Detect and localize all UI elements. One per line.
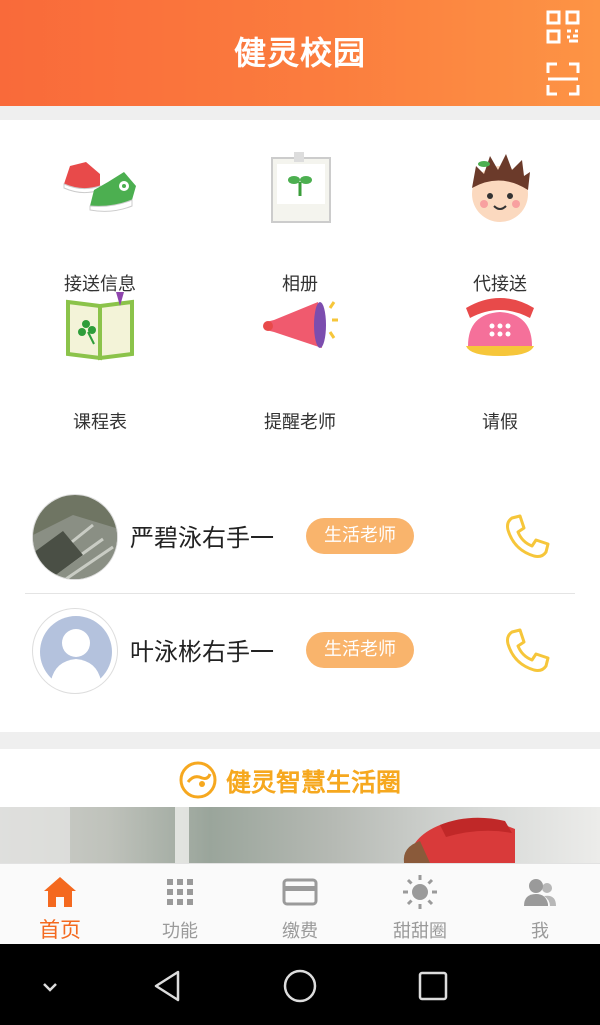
tab-label: 缴费 <box>282 921 318 942</box>
feature-grid: 接送信息 相册 代接送 课程表 提醒老师 请假 <box>0 120 600 440</box>
teacher-list: 严碧泳右手一 生活老师 叶泳彬右手一 生活老师 <box>0 440 600 732</box>
call-button[interactable] <box>502 512 552 562</box>
teacher-row: 叶泳彬右手一 生活老师 <box>0 596 600 711</box>
system-navigation-bar <box>0 944 600 1025</box>
life-circle-header[interactable]: 健灵智慧生活圈 <box>0 749 600 807</box>
tab-label: 我 <box>531 921 549 942</box>
feature-leave-request[interactable]: 请假 <box>400 286 600 433</box>
life-circle-title: 健灵智慧生活圈 <box>226 768 402 797</box>
back-button[interactable] <box>148 966 188 1006</box>
tab-functions[interactable]: 功能 <box>120 864 240 945</box>
phone-icon <box>506 514 550 558</box>
recents-square-icon <box>418 971 448 1001</box>
brand-logo-icon <box>179 761 217 799</box>
grid-icon <box>167 879 193 905</box>
recents-button[interactable] <box>413 966 453 1006</box>
tab-label: 功能 <box>162 921 198 942</box>
bottom-tab-bar: 首页 功能 缴费 甜甜圈 我 <box>0 863 600 944</box>
feature-label: 请假 <box>482 412 518 433</box>
feature-label: 课程表 <box>73 412 127 433</box>
app-title: 健灵校园 <box>233 34 366 72</box>
tab-payment[interactable]: 缴费 <box>240 864 360 945</box>
avatar <box>32 494 118 580</box>
telephone-icon <box>466 298 534 356</box>
avatar <box>32 608 118 694</box>
tab-label: 首页 <box>39 918 81 942</box>
megaphone-icon <box>263 301 338 348</box>
scan-icon <box>546 62 580 96</box>
default-avatar <box>40 616 112 689</box>
phone-icon <box>506 628 550 672</box>
feature-timetable[interactable]: 课程表 <box>0 286 200 433</box>
teacher-name: 严碧泳右手一 <box>130 524 274 552</box>
child-face-icon <box>472 154 530 222</box>
role-badge: 生活老师 <box>306 632 414 668</box>
banner-image[interactable] <box>0 807 600 863</box>
feature-proxy-pickup[interactable]: 代接送 <box>400 148 600 295</box>
feature-label: 提醒老师 <box>264 412 336 433</box>
qr-code-button[interactable] <box>546 10 580 44</box>
home-circle-icon <box>283 969 317 1003</box>
user-icon <box>524 879 556 906</box>
teacher-name: 叶泳彬右手一 <box>130 638 274 666</box>
row-divider <box>25 593 575 594</box>
tab-label: 甜甜圈 <box>393 921 447 942</box>
photo-avatar <box>33 495 117 579</box>
tab-donut[interactable]: 甜甜圈 <box>360 864 480 945</box>
sun-icon <box>403 875 437 909</box>
back-triangle-icon <box>154 970 180 1002</box>
feature-album[interactable]: 相册 <box>200 148 400 295</box>
card-icon <box>282 878 318 906</box>
call-button[interactable] <box>502 626 552 676</box>
open-book-icon <box>66 292 134 361</box>
tab-me[interactable]: 我 <box>480 864 600 945</box>
banner-photo <box>0 807 515 863</box>
feature-pickup-info[interactable]: 接送信息 <box>0 148 200 295</box>
teacher-row: 严碧泳右手一 生活老师 <box>0 480 600 595</box>
app-header: 健灵校园 <box>0 0 600 106</box>
feature-remind-teacher[interactable]: 提醒老师 <box>200 286 400 433</box>
hide-nav-button[interactable] <box>30 966 70 1006</box>
tab-home[interactable]: 首页 <box>0 864 120 945</box>
photo-album-icon <box>271 152 331 223</box>
scan-button[interactable] <box>546 62 580 96</box>
home-nav-button[interactable] <box>280 966 320 1006</box>
role-badge: 生活老师 <box>306 518 414 554</box>
home-icon <box>44 877 76 907</box>
chevron-down-icon <box>43 983 57 992</box>
qr-code-icon <box>546 10 580 44</box>
sneakers-icon <box>63 162 136 212</box>
